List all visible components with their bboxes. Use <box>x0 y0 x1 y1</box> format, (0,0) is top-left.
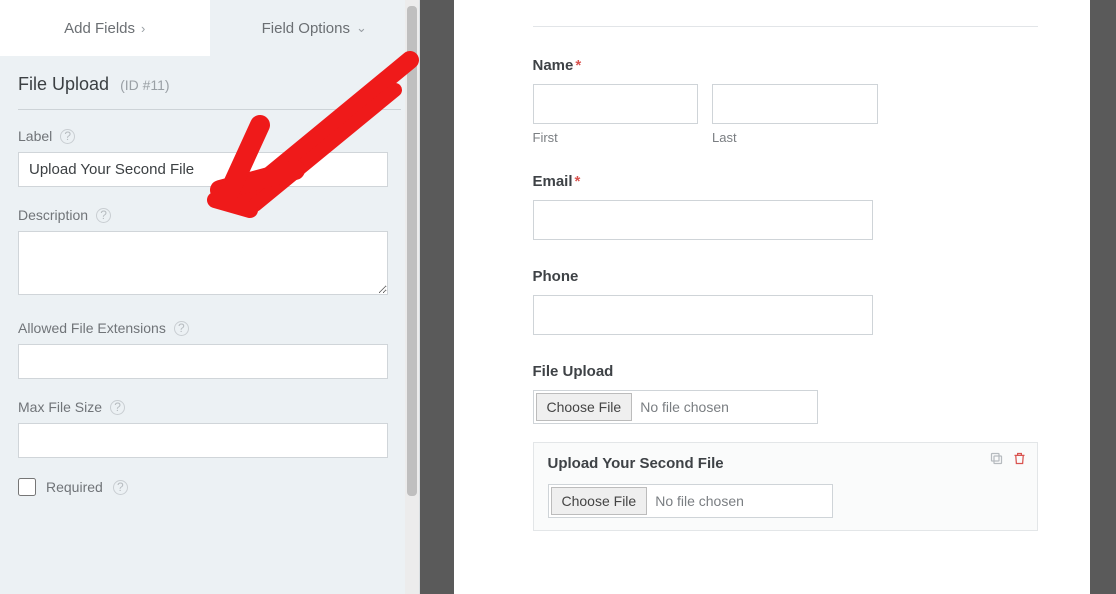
fileupload2-label: Upload Your Second File <box>548 455 724 472</box>
section-title: File Upload (ID #11) <box>18 74 170 95</box>
preview-field-email[interactable]: Email* <box>533 173 1038 240</box>
option-description: Description ? <box>18 207 401 300</box>
section-header[interactable]: File Upload (ID #11) ⌄ <box>18 74 401 110</box>
help-icon[interactable]: ? <box>60 129 75 144</box>
help-icon[interactable]: ? <box>113 480 128 495</box>
email-input[interactable] <box>533 200 873 240</box>
tab-field-options-label: Field Options <box>262 20 350 37</box>
divider-line <box>533 26 1038 27</box>
choose-file-button[interactable]: Choose File <box>536 393 633 421</box>
chevron-down-icon: ⌄ <box>356 20 367 36</box>
phone-label: Phone <box>533 268 579 285</box>
phone-input[interactable] <box>533 295 873 335</box>
required-asterisk: * <box>575 173 581 190</box>
trash-icon[interactable] <box>1012 451 1027 470</box>
preview-field-name[interactable]: Name* First Last <box>533 57 1038 145</box>
max-size-input[interactable] <box>18 423 388 458</box>
help-icon[interactable]: ? <box>174 321 189 336</box>
name-label: Name <box>533 57 574 74</box>
description-input[interactable] <box>18 231 388 295</box>
last-name-input[interactable] <box>712 84 878 124</box>
fileupload1-label: File Upload <box>533 363 614 380</box>
option-allowed-ext-text: Allowed File Extensions <box>18 320 166 336</box>
first-name-input[interactable] <box>533 84 699 124</box>
file-input-2[interactable]: Choose File No file chosen <box>548 484 833 518</box>
required-label: Required <box>46 479 103 495</box>
file-input-1[interactable]: Choose File No file chosen <box>533 390 818 424</box>
chevron-down-icon[interactable]: ⌄ <box>388 76 401 94</box>
tab-add-fields[interactable]: Add Fields › <box>0 0 210 56</box>
label-input[interactable] <box>18 152 388 187</box>
chevron-right-icon: › <box>141 21 145 36</box>
right-edge <box>1090 0 1116 594</box>
option-max-size-text: Max File Size <box>18 399 102 415</box>
preview-field-phone[interactable]: Phone <box>533 268 1038 335</box>
preview-field-fileupload2-selected[interactable]: Upload Your Second File Choose File No f… <box>533 442 1038 531</box>
help-icon[interactable]: ? <box>110 400 125 415</box>
option-label: Label ? <box>18 128 401 187</box>
email-label: Email <box>533 173 573 190</box>
tab-add-fields-label: Add Fields <box>64 20 135 37</box>
choose-file-button[interactable]: Choose File <box>551 487 648 515</box>
option-max-size: Max File Size ? <box>18 399 401 458</box>
preview-field-fileupload1[interactable]: File Upload Choose File No file chosen <box>533 363 1038 424</box>
required-asterisk: * <box>575 57 581 74</box>
first-sublabel: First <box>533 130 699 145</box>
panel-divider <box>420 0 454 594</box>
tabs: Add Fields › Field Options ⌄ <box>0 0 419 56</box>
option-required: Required ? <box>18 478 401 496</box>
no-file-text: No file chosen <box>640 399 729 415</box>
left-panel: Add Fields › Field Options ⌄ File Upload… <box>0 0 420 594</box>
preview-area: Name* First Last Email* <box>454 0 1116 594</box>
scrollbar[interactable] <box>405 0 419 594</box>
allowed-ext-input[interactable] <box>18 344 388 379</box>
panel-body: File Upload (ID #11) ⌄ Label ? Descripti… <box>0 56 419 514</box>
scrollbar-thumb[interactable] <box>407 6 417 496</box>
last-sublabel: Last <box>712 130 878 145</box>
option-allowed-ext: Allowed File Extensions ? <box>18 320 401 379</box>
duplicate-icon[interactable] <box>989 451 1004 470</box>
help-icon[interactable]: ? <box>96 208 111 223</box>
option-description-text: Description <box>18 207 88 223</box>
required-checkbox[interactable] <box>18 478 36 496</box>
field-id: (ID #11) <box>120 77 170 93</box>
tab-field-options[interactable]: Field Options ⌄ <box>210 0 420 56</box>
option-label-text: Label <box>18 128 52 144</box>
no-file-text: No file chosen <box>655 493 744 509</box>
